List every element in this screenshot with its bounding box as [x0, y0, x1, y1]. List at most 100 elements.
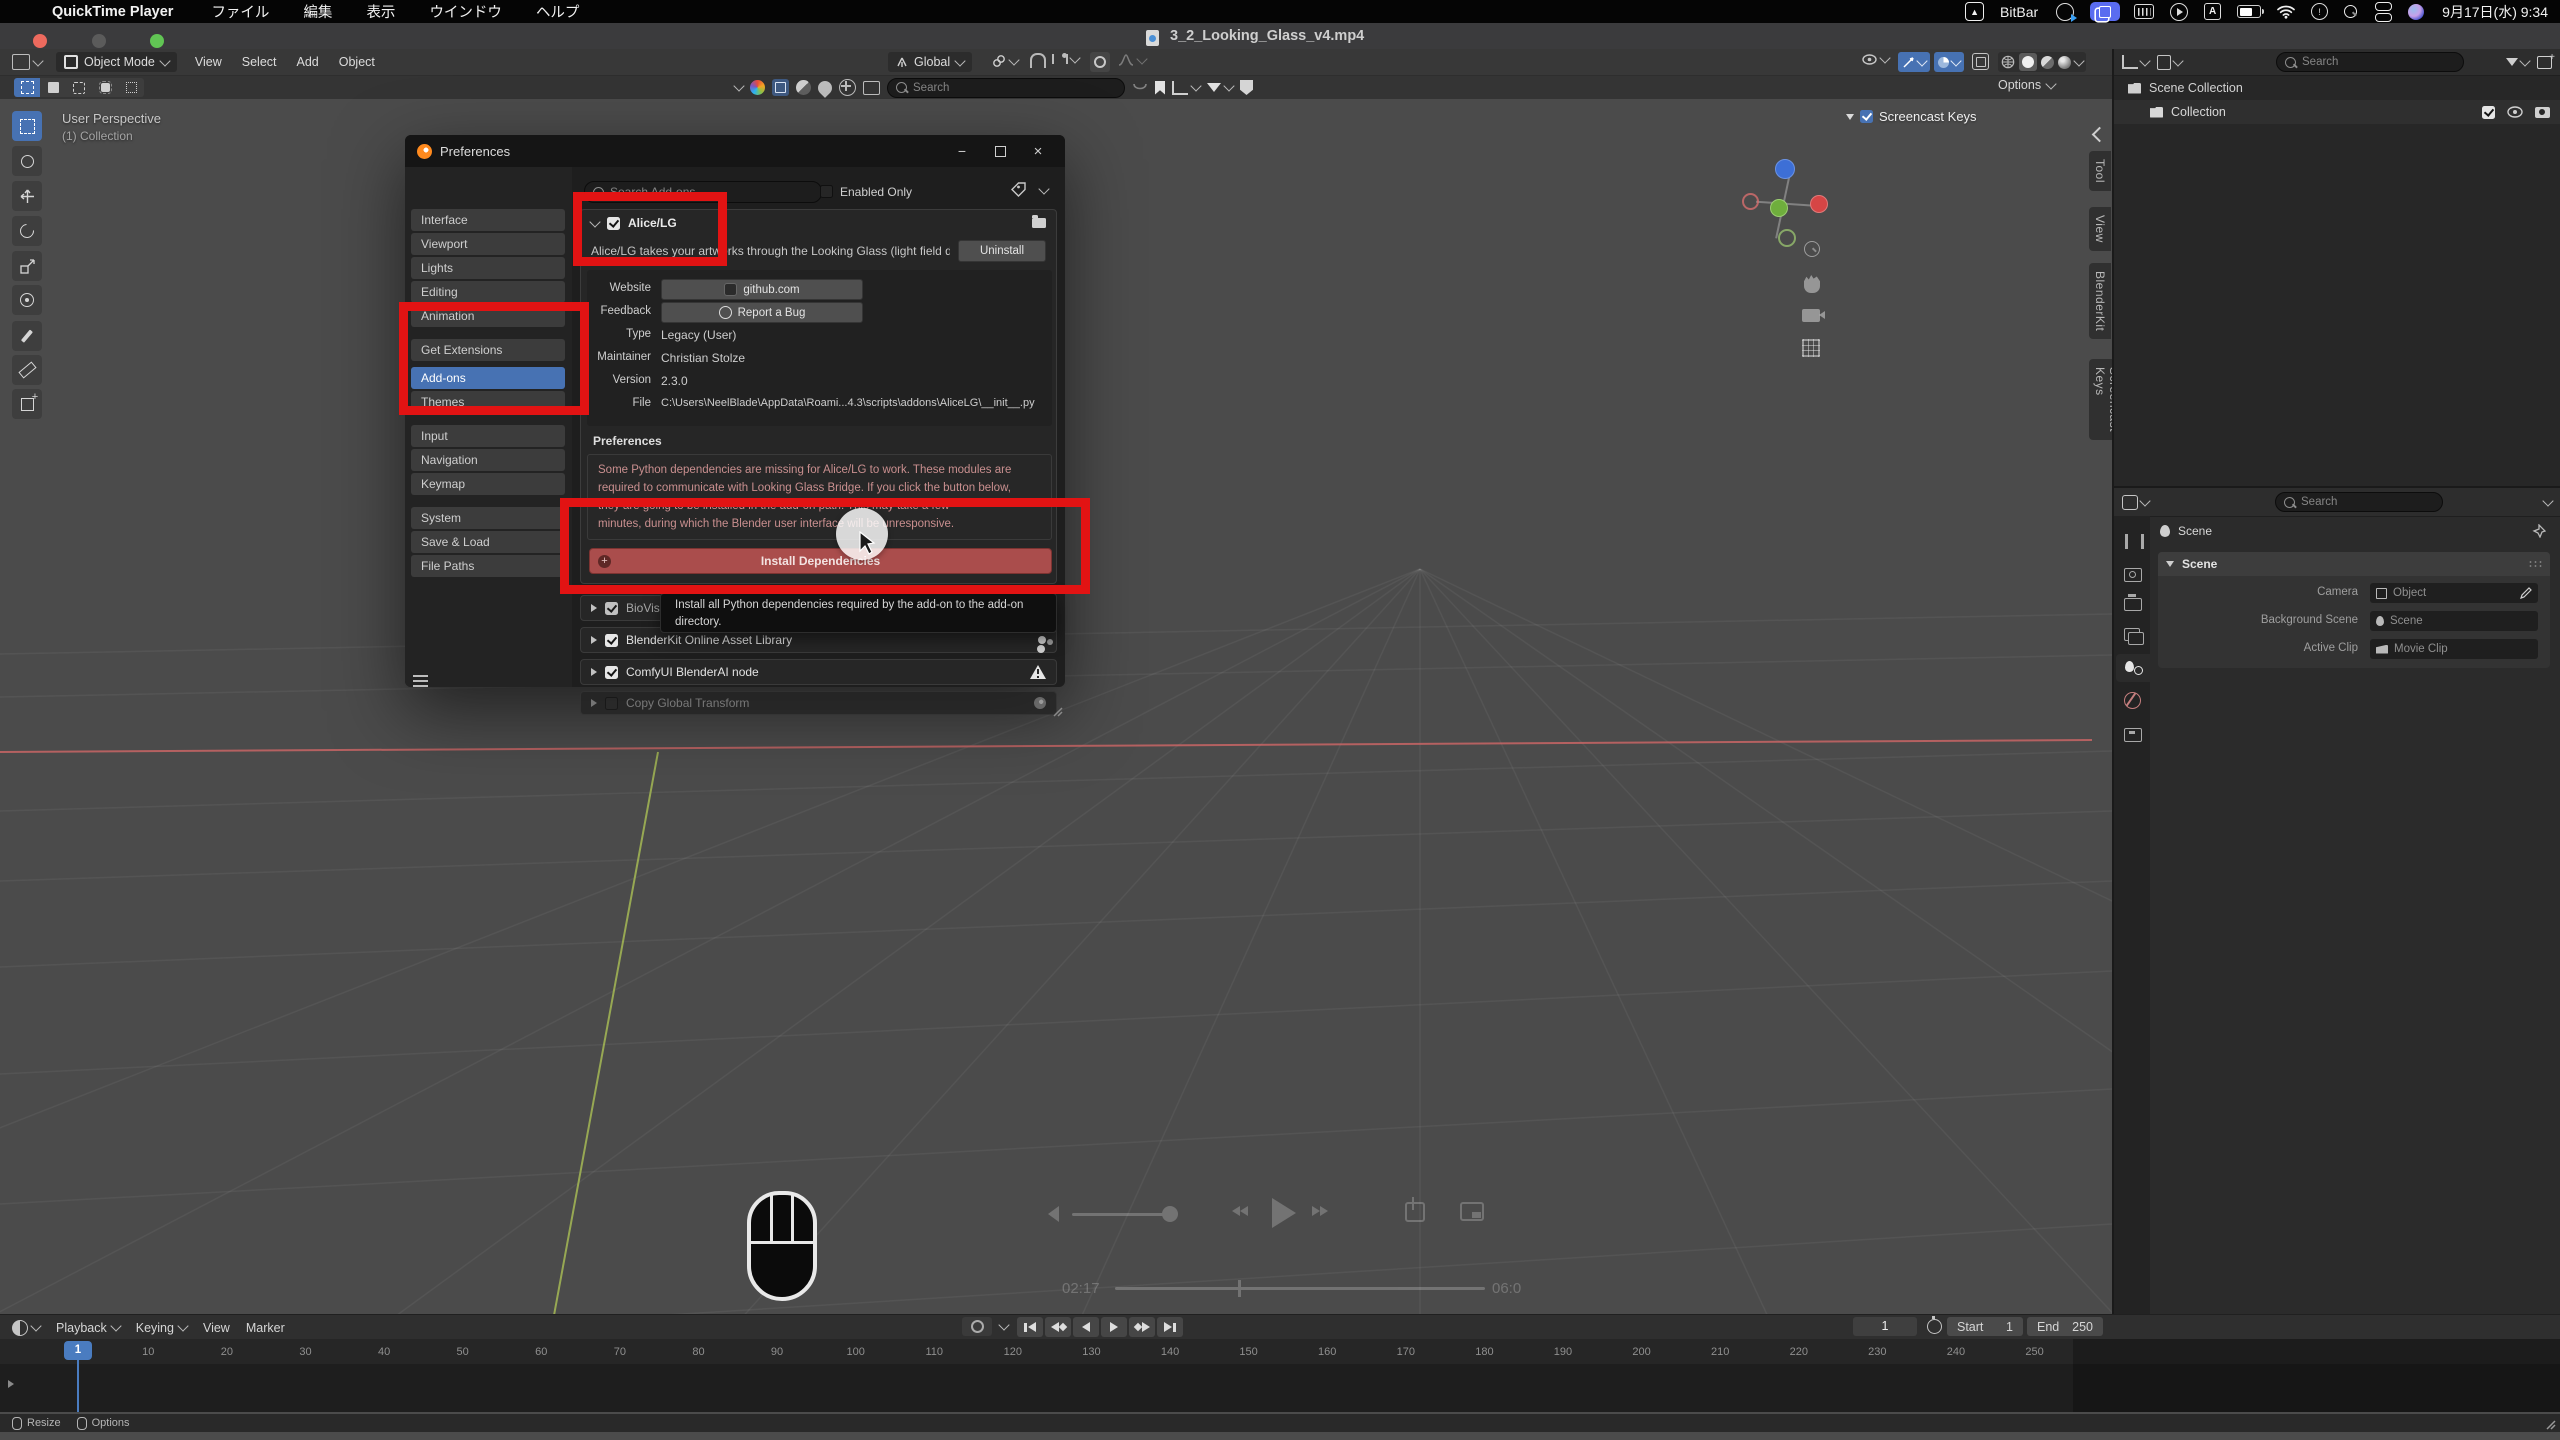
play-button[interactable]	[1101, 1317, 1127, 1337]
select-mode-circle[interactable]	[66, 78, 92, 97]
jump-to-end-button[interactable]	[1157, 1317, 1183, 1337]
blenderkit-search-input[interactable]: Search	[887, 78, 1125, 98]
menu-object[interactable]: Object	[339, 55, 375, 69]
stopwatch-icon[interactable]	[1927, 1319, 1942, 1334]
options-dropdown[interactable]: Options	[1998, 78, 2055, 92]
next-keyframe-button[interactable]	[1129, 1317, 1155, 1337]
timeline-menu-view[interactable]: View	[203, 1321, 230, 1335]
prefs-menu-icon[interactable]	[413, 675, 428, 677]
addon-row-comfyui[interactable]: ComfyUI BlenderAI node	[580, 659, 1057, 685]
show-hide-dropdown[interactable]	[1862, 54, 1889, 65]
jump-to-start-button[interactable]	[1017, 1317, 1043, 1337]
channels-collapse-icon[interactable]	[8, 1380, 14, 1388]
playhead-line[interactable]	[77, 1358, 79, 1412]
start-frame-field[interactable]: Start1	[1947, 1317, 2023, 1336]
traffic-light-minimize[interactable]	[92, 34, 106, 48]
asset-type-material-icon[interactable]	[796, 80, 811, 95]
sidebar-tab-blenderkit[interactable]: BlenderKit	[2089, 263, 2111, 339]
properties-editor-type[interactable]	[2122, 495, 2149, 510]
qt-volume-icon[interactable]	[1048, 1206, 1059, 1222]
addon-checkbox[interactable]	[605, 697, 618, 710]
menubar-clock[interactable]: 9月17日(水) 9:34	[2442, 2, 2548, 22]
tab-scene-active[interactable]	[2116, 654, 2150, 682]
siri-icon[interactable]	[2408, 4, 2424, 20]
tool-rotate[interactable]	[12, 216, 42, 246]
collection-render-icon[interactable]	[2535, 107, 2550, 118]
tool-measure[interactable]	[12, 355, 42, 385]
outliner-row-collection[interactable]: Collection	[2114, 100, 2560, 124]
timeline-editor-type[interactable]	[12, 1320, 40, 1336]
addon-folder-icon[interactable]	[1032, 218, 1046, 228]
tab-world-icon[interactable]	[2124, 692, 2141, 709]
preferences-titlebar[interactable]: Preferences − ×	[405, 135, 1065, 167]
qt-share-icon[interactable]	[1405, 1202, 1425, 1222]
end-frame-field[interactable]: End250	[2027, 1317, 2103, 1336]
prefs-tab-file-paths[interactable]: File Paths	[411, 555, 565, 577]
qt-forward-button[interactable]	[1312, 1206, 1328, 1216]
menu-add[interactable]: Add	[297, 55, 319, 69]
gizmo-x-axis[interactable]	[1810, 195, 1828, 213]
shading-wireframe-icon[interactable]	[2001, 55, 2015, 69]
outliner-row-scene-collection[interactable]: Scene Collection	[2114, 76, 2560, 100]
screen-mirroring-icon[interactable]	[2090, 2, 2120, 21]
gizmo-y-axis[interactable]	[1770, 199, 1788, 217]
prefs-tab-lights[interactable]: Lights	[411, 257, 565, 279]
window-maximize-button[interactable]	[985, 146, 1015, 157]
qt-volume-knob[interactable]	[1162, 1206, 1178, 1222]
login-shield-icon[interactable]	[1240, 80, 1253, 95]
menu-select[interactable]: Select	[242, 55, 277, 69]
viewport-pan-icon[interactable]	[1804, 275, 1820, 293]
background-scene-field[interactable]: Scene	[2370, 611, 2538, 631]
qt-progress-bar[interactable]	[1115, 1287, 1485, 1290]
blenderkit-collapse-chevron-icon[interactable]	[733, 80, 744, 91]
prev-keyframe-button[interactable]	[1045, 1317, 1071, 1337]
xray-toggle[interactable]	[1972, 53, 1989, 70]
addon-checkbox[interactable]	[605, 666, 618, 679]
tab-tool-icon[interactable]	[2125, 534, 2144, 549]
gizmos-toggle[interactable]	[1898, 52, 1930, 72]
tags-filter-icon[interactable]	[1010, 182, 1027, 198]
editor-type-icon[interactable]	[12, 54, 30, 70]
screencast-keys-checkbox[interactable]	[1860, 110, 1873, 123]
asset-type-hdr-icon[interactable]	[839, 79, 856, 96]
tab-view-layer-icon[interactable]	[2124, 628, 2140, 641]
select-mode-box[interactable]	[40, 78, 66, 97]
menubar-item-help[interactable]: ヘルプ	[536, 1, 580, 22]
addon-collapse-icon[interactable]	[591, 636, 597, 644]
prefs-tab-save-load[interactable]: Save & Load	[411, 531, 565, 553]
bookmark-icon[interactable]	[1155, 81, 1165, 95]
asset-hierarchy-dropdown[interactable]	[1172, 81, 1200, 95]
window-minimize-button[interactable]: −	[947, 143, 977, 159]
asset-type-model-icon[interactable]	[772, 79, 789, 96]
record-status-icon[interactable]	[2056, 3, 2074, 21]
spotlight-icon[interactable]	[2344, 5, 2357, 18]
current-frame-field[interactable]: 1	[1853, 1317, 1917, 1336]
blenderkit-logo-icon[interactable]	[750, 80, 765, 95]
eyedropper-icon[interactable]	[2520, 587, 2532, 599]
bitbar-status-item[interactable]: BitBar	[2000, 4, 2038, 20]
prefs-tab-interface[interactable]: Interface	[411, 209, 565, 231]
proportional-edit-icon[interactable]	[1090, 52, 1110, 72]
tab-output-icon[interactable]	[2124, 598, 2142, 611]
navigation-gizmo[interactable]	[1742, 159, 1842, 259]
viewport-grid-toggle-icon[interactable]	[1802, 339, 1820, 357]
select-mode-paint[interactable]	[118, 78, 144, 97]
menubar-item-view[interactable]: 表示	[366, 1, 395, 22]
mode-dropdown[interactable]: Object Mode	[56, 52, 177, 72]
sidebar-tab-tool[interactable]: Tool	[2089, 151, 2111, 191]
timeline-menu-playback[interactable]: Playback	[56, 1321, 120, 1335]
prefs-tab-navigation[interactable]: Navigation	[411, 449, 565, 471]
menubar-item-file[interactable]: ファイル	[211, 1, 269, 22]
corner-resize-grip-icon[interactable]	[2542, 1416, 2556, 1430]
window-close-button[interactable]: ×	[1023, 143, 1053, 160]
prefs-tab-viewport[interactable]: Viewport	[411, 233, 565, 255]
shading-solid-icon[interactable]	[2019, 53, 2037, 71]
website-button[interactable]: github.com	[661, 279, 863, 300]
qt-rewind-button[interactable]	[1232, 1206, 1248, 1216]
play-reverse-button[interactable]	[1073, 1317, 1099, 1337]
qt-progress-playhead[interactable]	[1238, 1280, 1241, 1297]
addon-checkbox[interactable]	[605, 634, 618, 647]
asset-type-scene-icon[interactable]	[863, 81, 880, 95]
snap-target-dropdown[interactable]	[1052, 54, 1079, 64]
snapping-dropdown[interactable]	[992, 54, 1018, 68]
